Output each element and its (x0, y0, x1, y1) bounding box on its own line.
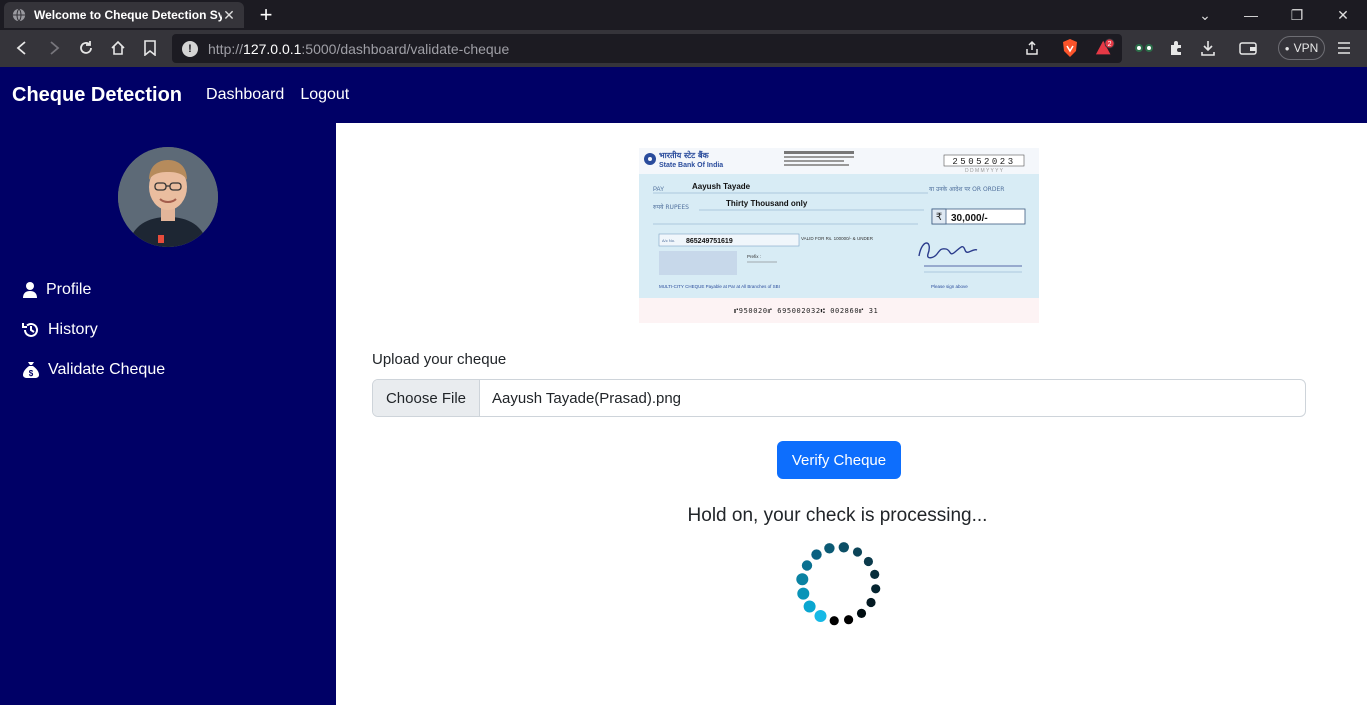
svg-text:⑈950020⑈ 695002032⑆ 002860⑈ 31: ⑈950020⑈ 695002032⑆ 002860⑈ 31 (734, 307, 878, 315)
spinner-dot (829, 616, 839, 626)
svg-text:VALID FOR Rs. 100000/- & UNDER: VALID FOR Rs. 100000/- & UNDER (801, 236, 874, 241)
svg-text:State Bank Of India: State Bank Of India (659, 162, 723, 169)
svg-text:भारतीय स्टेट बैंक: भारतीय स्टेट बैंक (659, 150, 710, 160)
spinner-dot (803, 600, 816, 613)
vpn-button[interactable]: ● VPN (1278, 36, 1325, 60)
site-info-icon[interactable]: ! (182, 40, 198, 57)
spinner-dot (863, 556, 873, 567)
back-icon[interactable] (12, 38, 32, 58)
sidebar-item-history[interactable]: History (22, 321, 98, 339)
spinner-dot (852, 547, 863, 557)
sidebar-item-label: Profile (46, 281, 92, 298)
choose-file-button[interactable]: Choose File (373, 380, 480, 416)
brave-shield-icon[interactable] (1060, 38, 1080, 58)
downloads-icon[interactable] (1198, 38, 1218, 58)
browser-toolbar: ! http://127.0.0.1:5000/dashboard/valida… (0, 30, 1367, 67)
spinner-dot (844, 615, 854, 625)
sidebar-item-label: Validate Cheque (48, 361, 166, 378)
verify-cheque-button[interactable]: Verify Cheque (777, 441, 901, 479)
home-icon[interactable] (108, 38, 128, 58)
brave-rewards-icon[interactable]: 2 (1095, 38, 1115, 58)
spinner-dot (866, 597, 876, 608)
url-text[interactable]: http://127.0.0.1:5000/dashboard/validate… (208, 41, 509, 57)
avatar (118, 147, 218, 247)
nav-dashboard-link[interactable]: Dashboard (206, 86, 284, 104)
svg-text:MULTI-CITY CHEQUE Payable at P: MULTI-CITY CHEQUE Payable at Par at All … (659, 284, 780, 289)
spinner-dot (801, 560, 813, 571)
sidebar-item-label: History (48, 321, 98, 338)
menu-icon[interactable] (1334, 38, 1354, 58)
svg-text:25052023: 25052023 (952, 157, 1015, 167)
svg-text:2: 2 (1108, 39, 1112, 48)
svg-text:A/c No.: A/c No. (662, 238, 675, 243)
brand-title[interactable]: Cheque Detection (12, 84, 182, 107)
reload-icon[interactable] (76, 38, 96, 58)
money-bag-icon: $ (23, 362, 39, 378)
extension-glasses-icon[interactable] (1134, 38, 1154, 58)
address-bar[interactable]: ! http://127.0.0.1:5000/dashboard/valida… (172, 34, 1122, 63)
spinner-dot (838, 542, 849, 553)
close-window-icon[interactable]: ✕ (1320, 0, 1366, 30)
svg-text:$: $ (29, 369, 34, 378)
svg-text:या उनके आदेश पर OR ORDER: या उनके आदेश पर OR ORDER (929, 185, 1004, 193)
spinner-dot (797, 587, 810, 600)
nav-logout-link[interactable]: Logout (300, 86, 349, 104)
app-header: Cheque Detection Dashboard Logout (0, 67, 1367, 123)
spinner-dot (871, 584, 881, 594)
tab-list-chevron-icon[interactable]: ⌄ (1182, 0, 1228, 30)
spinner-dot (856, 608, 867, 618)
sidebar-item-validate-cheque[interactable]: $ Validate Cheque (22, 361, 165, 379)
svg-text:Thirty Thousand only: Thirty Thousand only (726, 199, 808, 208)
processing-message: Hold on, your check is processing... (687, 505, 988, 526)
spinner-dot (814, 610, 827, 622)
bookmark-icon[interactable] (140, 38, 160, 58)
spinner-dot (796, 573, 809, 586)
restore-icon[interactable]: ❐ (1274, 0, 1320, 30)
svg-text:₹: ₹ (936, 212, 942, 223)
new-tab-icon[interactable]: + (256, 3, 276, 27)
browser-tab[interactable]: Welcome to Cheque Detection Sy ✕ (4, 2, 244, 28)
cheque-image: भारतीय स्टेट बैंक State Bank Of India 25… (639, 148, 1039, 323)
upload-label: Upload your cheque (372, 351, 507, 368)
svg-text:30,000/-: 30,000/- (951, 213, 988, 224)
svg-text:Aayush Tayade: Aayush Tayade (692, 182, 751, 191)
minimize-icon[interactable]: — (1228, 0, 1274, 30)
svg-text:रुपये RUPEES: रुपये RUPEES (653, 203, 689, 211)
main-content: भारतीय स्टेट बैंक State Bank Of India 25… (336, 123, 1367, 725)
forward-icon[interactable] (44, 38, 64, 58)
sidebar-item-profile[interactable]: Profile (22, 281, 91, 299)
tab-close-icon[interactable]: ✕ (222, 7, 236, 24)
tab-title: Welcome to Cheque Detection Sy (34, 8, 222, 22)
selected-file-name: Aayush Tayade(Prasad).png (492, 389, 682, 407)
spinner-dot (811, 549, 822, 560)
loading-spinner-icon (796, 542, 881, 626)
svg-text:Prefix :: Prefix : (747, 254, 761, 259)
spinner-dot (870, 569, 880, 579)
share-icon[interactable] (1022, 38, 1042, 58)
file-input[interactable]: Choose File Aayush Tayade(Prasad).png (372, 379, 1306, 417)
svg-text:865249751619: 865249751619 (686, 238, 733, 245)
wallet-icon[interactable] (1238, 38, 1258, 58)
sidebar: Profile History $ Validate Cheque (0, 123, 336, 705)
extensions-puzzle-icon[interactable] (1166, 38, 1186, 58)
spinner-dot (824, 543, 835, 554)
svg-text:Please sign above: Please sign above (931, 284, 968, 289)
globe-icon (12, 8, 26, 22)
browser-tab-bar: Welcome to Cheque Detection Sy ✕ + ⌄ — ❐… (0, 0, 1367, 30)
history-icon (22, 322, 38, 337)
page-bottom-strip (0, 705, 336, 725)
svg-text:D D M M Y Y Y Y: D D M M Y Y Y Y (965, 168, 1004, 174)
person-icon (23, 282, 37, 298)
svg-text:PAY: PAY (653, 187, 664, 193)
